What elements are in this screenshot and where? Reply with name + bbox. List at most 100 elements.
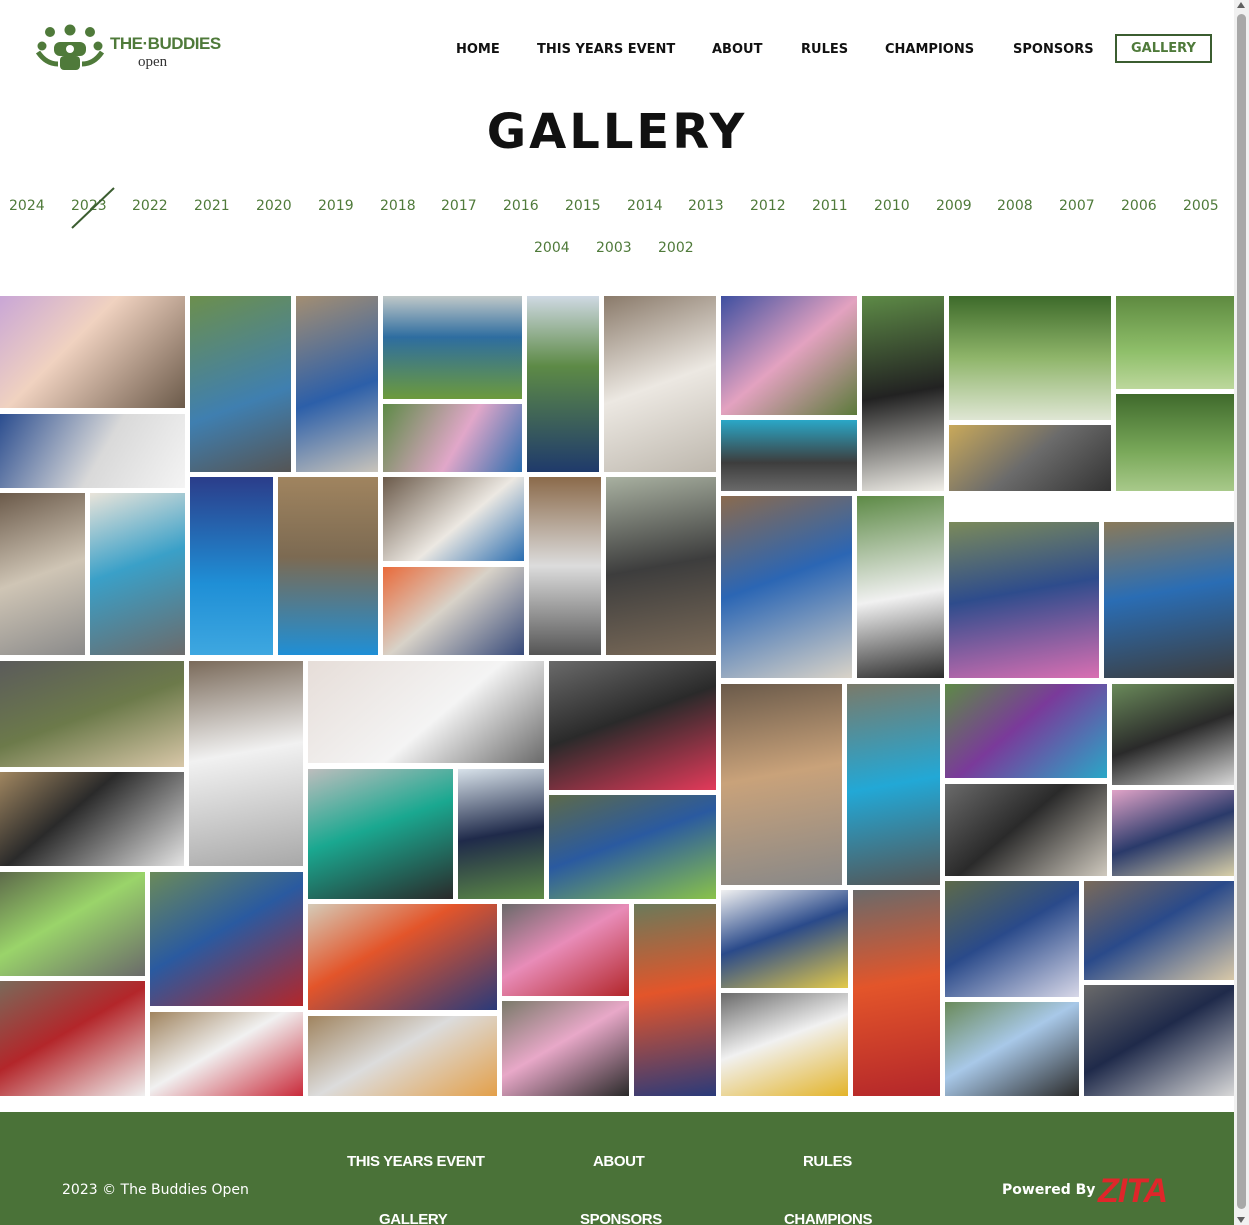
year-link-2017[interactable]: 2017 — [441, 198, 477, 214]
gallery-photo[interactable] — [383, 404, 522, 472]
footer-link-sponsors[interactable]: SPONSORS — [580, 1211, 662, 1225]
gallery-photo[interactable] — [945, 684, 1107, 778]
gallery-photo[interactable] — [0, 661, 184, 767]
footer-link-rules[interactable]: RULES — [803, 1153, 852, 1170]
gallery-photo[interactable] — [502, 904, 629, 996]
vertical-scrollbar[interactable] — [1234, 0, 1249, 1225]
gallery-photo[interactable] — [949, 425, 1111, 491]
gallery-photo[interactable] — [1116, 296, 1234, 389]
year-link-2018[interactable]: 2018 — [380, 198, 416, 214]
nav-gallery[interactable]: GALLERY — [1115, 34, 1212, 63]
gallery-photo[interactable] — [0, 414, 185, 488]
gallery-photo[interactable] — [383, 296, 522, 399]
gallery-photo[interactable] — [949, 522, 1099, 678]
gallery-photo[interactable] — [549, 661, 716, 790]
year-link-2009[interactable]: 2009 — [936, 198, 972, 214]
gallery-photo[interactable] — [945, 1002, 1079, 1096]
gallery-photo[interactable] — [853, 890, 940, 1096]
gallery-photo[interactable] — [308, 1016, 497, 1096]
year-link-2016[interactable]: 2016 — [503, 198, 539, 214]
year-link-2005[interactable]: 2005 — [1183, 198, 1219, 214]
scroll-up-arrow-icon[interactable] — [1237, 2, 1245, 8]
gallery-photo[interactable] — [150, 872, 303, 1006]
gallery-photo[interactable] — [0, 772, 184, 866]
year-link-2020[interactable]: 2020 — [256, 198, 292, 214]
year-link-2013[interactable]: 2013 — [688, 198, 724, 214]
year-link-2019[interactable]: 2019 — [318, 198, 354, 214]
gallery-photo[interactable] — [1112, 790, 1234, 876]
gallery-photo[interactable] — [383, 477, 524, 561]
gallery-photo[interactable] — [529, 477, 601, 655]
nav-this-years-event[interactable]: THIS YEARS EVENT — [537, 42, 675, 57]
gallery-photo[interactable] — [383, 567, 524, 655]
year-link-2012[interactable]: 2012 — [750, 198, 786, 214]
gallery-photo[interactable] — [721, 993, 848, 1096]
gallery-photo[interactable] — [190, 477, 273, 655]
gallery-photo[interactable] — [862, 296, 944, 491]
year-link-2003[interactable]: 2003 — [596, 240, 632, 256]
gallery-photo[interactable] — [308, 661, 544, 763]
gallery-photo[interactable] — [721, 296, 857, 415]
gallery-photo[interactable] — [721, 684, 842, 885]
gallery-photo[interactable] — [721, 496, 852, 678]
gallery-photo[interactable] — [1084, 881, 1234, 980]
gallery-photo[interactable] — [527, 296, 599, 472]
gallery-photo[interactable] — [604, 296, 716, 472]
page-title: GALLERY — [486, 104, 748, 160]
gallery-photo[interactable] — [857, 496, 944, 678]
year-link-2010[interactable]: 2010 — [874, 198, 910, 214]
gallery-photo[interactable] — [0, 296, 185, 408]
gallery-photo[interactable] — [150, 1012, 303, 1096]
gallery-photo[interactable] — [278, 477, 378, 655]
gallery-photo[interactable] — [296, 296, 378, 472]
year-link-2002[interactable]: 2002 — [658, 240, 694, 256]
nav-home[interactable]: HOME — [456, 42, 500, 57]
gallery-photo[interactable] — [634, 904, 716, 1096]
gallery-photo[interactable] — [190, 296, 291, 472]
year-link-2015[interactable]: 2015 — [565, 198, 601, 214]
nav-champions[interactable]: CHAMPIONS — [885, 42, 974, 57]
year-link-2014[interactable]: 2014 — [627, 198, 663, 214]
year-link-2006[interactable]: 2006 — [1121, 198, 1157, 214]
gallery-photo[interactable] — [945, 784, 1107, 876]
gallery-photo[interactable] — [0, 493, 85, 655]
footer-link-about[interactable]: ABOUT — [593, 1153, 645, 1170]
gallery-photo[interactable] — [1116, 394, 1234, 491]
main-nav: HOME THIS YEARS EVENT ABOUT RULES CHAMPI… — [440, 34, 1220, 66]
gallery-photo[interactable] — [945, 881, 1079, 997]
year-link-2004[interactable]: 2004 — [534, 240, 570, 256]
gallery-photo[interactable] — [458, 769, 544, 899]
gallery-photo[interactable] — [949, 296, 1111, 420]
gallery-photo[interactable] — [308, 904, 497, 1010]
nav-about[interactable]: ABOUT — [712, 42, 762, 57]
zita-logo[interactable]: ZITA — [1098, 1172, 1168, 1211]
gallery-photo[interactable] — [1104, 522, 1234, 678]
gallery-photo[interactable] — [606, 477, 716, 655]
gallery-photo[interactable] — [0, 981, 145, 1096]
gallery-photo[interactable] — [1084, 985, 1234, 1096]
gallery-photo[interactable] — [1112, 684, 1234, 785]
scrollbar-thumb[interactable] — [1237, 14, 1246, 1209]
gallery-photo[interactable] — [0, 872, 145, 976]
gallery-photo[interactable] — [90, 493, 185, 655]
footer-link-gallery[interactable]: GALLERY — [379, 1211, 448, 1225]
year-link-2011[interactable]: 2011 — [812, 198, 848, 214]
year-link-2021[interactable]: 2021 — [194, 198, 230, 214]
nav-rules[interactable]: RULES — [801, 42, 848, 57]
gallery-photo[interactable] — [308, 769, 453, 899]
year-link-2008[interactable]: 2008 — [997, 198, 1033, 214]
gallery-photo[interactable] — [721, 420, 857, 491]
year-link-2022[interactable]: 2022 — [132, 198, 168, 214]
scroll-down-arrow-icon[interactable] — [1237, 1217, 1245, 1223]
year-link-2007[interactable]: 2007 — [1059, 198, 1095, 214]
site-logo[interactable]: THE·BUDDIES open — [36, 24, 221, 76]
gallery-photo[interactable] — [721, 890, 848, 988]
gallery-photo[interactable] — [502, 1001, 629, 1096]
gallery-photo[interactable] — [189, 661, 303, 866]
footer-link-this-years-event[interactable]: THIS YEARS EVENT — [347, 1153, 485, 1170]
gallery-photo[interactable] — [549, 795, 716, 899]
gallery-photo[interactable] — [847, 684, 940, 885]
year-link-2024[interactable]: 2024 — [9, 198, 45, 214]
nav-sponsors[interactable]: SPONSORS — [1013, 42, 1094, 57]
footer-link-champions[interactable]: CHAMPIONS — [784, 1211, 872, 1225]
